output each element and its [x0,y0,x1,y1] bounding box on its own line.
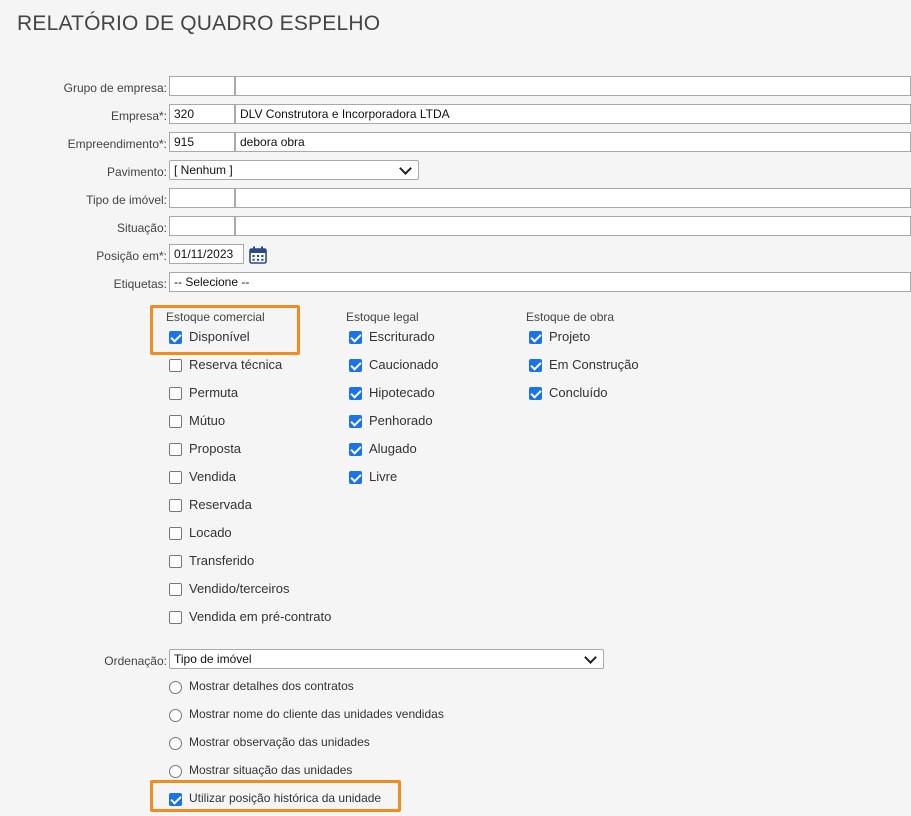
checkbox-label: Reserva técnica [189,357,283,372]
etiquetas-select[interactable]: -- Selecione -- [169,272,911,292]
empreendimento-name-input[interactable]: debora obra [235,132,911,152]
empresa-name-input[interactable]: DLV Construtora e Incorporadora LTDA [235,104,911,124]
checkbox-locado[interactable] [169,527,182,540]
radio-nome-cliente[interactable] [169,709,182,722]
checkbox-label: Permuta [189,385,239,400]
checkbox-label: Vendida [189,469,236,484]
checkbox-concluido[interactable] [529,387,542,400]
checkbox-alugado[interactable] [349,443,362,456]
highlight-disponivel [150,305,300,355]
empresa-label: Empresa*: [110,109,167,123]
empresa-code-input[interactable]: 320 [169,104,235,124]
checkbox-reservada[interactable] [169,499,182,512]
posicao-date-input[interactable]: 01/11/2023 [169,244,244,264]
posicao-label: Posição em*: [96,249,167,263]
checkbox-label: Em Construção [549,357,639,372]
checkbox-transferido[interactable] [169,555,182,568]
situacao-name-input[interactable] [235,216,911,236]
checkbox-caucionado[interactable] [349,359,362,372]
chevron-down-icon [584,651,597,664]
checkbox-label: Penhorado [369,413,433,428]
ordenacao-label: Ordenação: [104,654,167,668]
ordenacao-select[interactable]: Tipo de imóvel [169,649,604,669]
radio-label: Mostrar nome do cliente das unidades ven… [189,707,444,721]
checkbox-label: Transferido [189,553,255,568]
checkbox-proposta[interactable] [169,443,182,456]
chevron-down-icon [399,162,412,175]
radio-observacao-unidades[interactable] [169,737,182,750]
checkbox-permuta[interactable] [169,387,182,400]
checkbox-label: Livre [369,469,398,484]
checkbox-label: Vendida em pré-contrato [189,609,332,624]
tipo-label: Tipo de imóvel: [86,193,167,207]
grupo-code-input[interactable] [169,76,235,96]
estoque-legal-header: Estoque legal [346,310,419,324]
checkbox-label: Vendido/terceiros [189,581,290,596]
checkbox-escriturado[interactable] [349,331,362,344]
radio-detalhes-contratos[interactable] [169,681,182,694]
checkbox-penhorado[interactable] [349,415,362,428]
etiquetas-label: Etiquetas: [113,277,167,291]
grupo-label: Grupo de empresa: [63,81,167,95]
checkbox-label: Concluído [549,385,608,400]
grupo-name-input[interactable] [235,76,911,96]
checkbox-vendida[interactable] [169,471,182,484]
checkbox-label: Alugado [369,441,417,456]
checkbox-vendido-terceiros[interactable] [169,583,182,596]
highlight-posicao-historica [150,780,401,812]
checkbox-em-construcao[interactable] [529,359,542,372]
pavimento-value: [ Nenhum ] [174,163,233,177]
checkbox-label: Locado [189,525,232,540]
radio-situacao-unidades[interactable] [169,765,182,778]
checkbox-label: Hipotecado [369,385,435,400]
checkbox-mutuo[interactable] [169,415,182,428]
tipo-code-input[interactable] [169,188,235,208]
checkbox-reserva-tecnica[interactable] [169,359,182,372]
checkbox-livre[interactable] [349,471,362,484]
ordenacao-value: Tipo de imóvel [174,652,252,666]
checkbox-hipotecado[interactable] [349,387,362,400]
page-title: RELATÓRIO DE QUADRO ESPELHO [17,12,381,35]
situacao-code-input[interactable] [169,216,235,236]
checkbox-label: Projeto [549,329,591,344]
pavimento-select[interactable]: [ Nenhum ] [169,160,419,180]
checkbox-vendida-pre-contrato[interactable] [169,611,182,624]
empreendimento-label: Empreendimento*: [67,137,167,151]
checkbox-label: Escriturado [369,329,435,344]
checkbox-label: Mútuo [189,413,226,428]
checkbox-label: Caucionado [369,357,439,372]
pavimento-label: Pavimento: [106,165,167,179]
radio-label: Mostrar observação das unidades [189,735,370,749]
calendar-icon[interactable] [249,246,267,264]
situacao-label: Situação: [116,221,167,235]
estoque-obra-header: Estoque de obra [526,310,615,324]
checkbox-label: Reservada [189,497,252,512]
tipo-name-input[interactable] [235,188,911,208]
empreendimento-code-input[interactable]: 915 [169,132,235,152]
radio-label: Mostrar detalhes dos contratos [189,679,354,693]
checkbox-projeto[interactable] [529,331,542,344]
checkbox-label: Proposta [189,441,242,456]
radio-label: Mostrar situação das unidades [189,763,353,777]
